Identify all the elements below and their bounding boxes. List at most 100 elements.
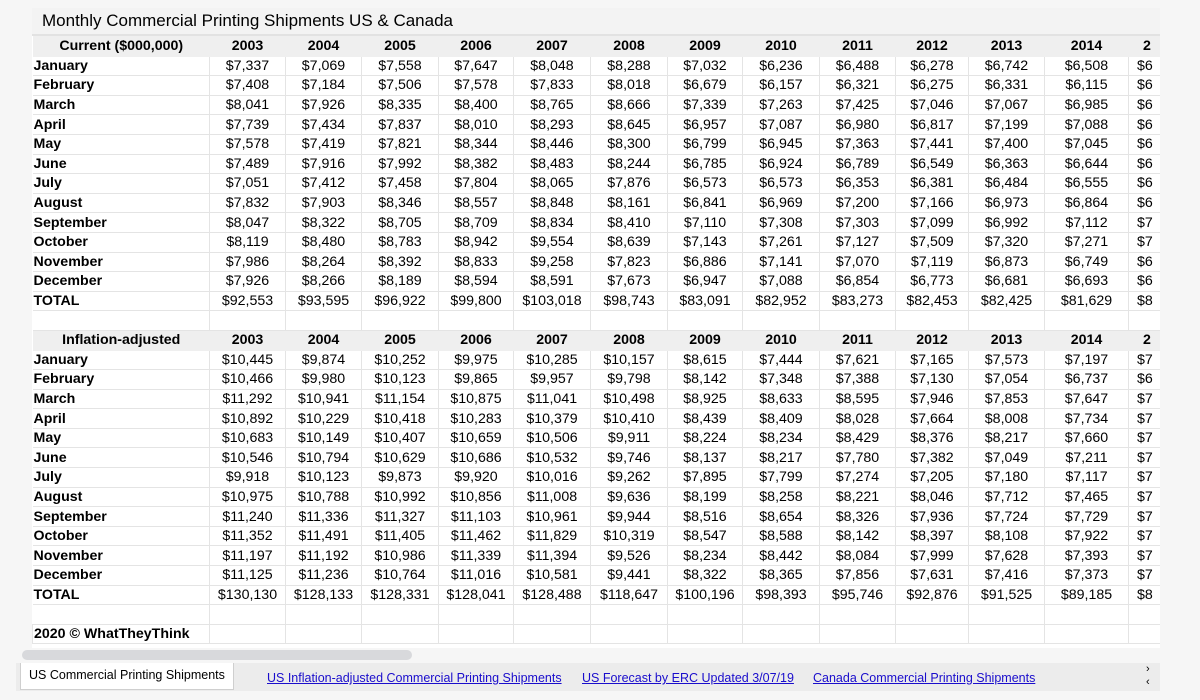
value-cell[interactable]: $10,016 bbox=[513, 467, 591, 488]
horizontal-scrollbar[interactable] bbox=[22, 650, 412, 660]
value-cell[interactable]: $8,516 bbox=[667, 506, 743, 527]
value-cell[interactable]: $6,785 bbox=[667, 153, 743, 175]
value-cell[interactable]: $7,165 bbox=[895, 349, 969, 371]
value-cell[interactable]: $128,041 bbox=[438, 584, 514, 606]
section-header[interactable]: Inflation-adjusted bbox=[32, 329, 210, 351]
value-cell[interactable]: $6,841 bbox=[667, 192, 743, 214]
value-cell[interactable]: $11,008 bbox=[513, 486, 591, 508]
empty-cell[interactable] bbox=[1128, 604, 1160, 625]
value-cell[interactable]: $8,322 bbox=[285, 212, 362, 233]
value-cell-clipped[interactable]: $6 bbox=[1128, 55, 1160, 77]
value-cell[interactable]: $7,992 bbox=[361, 153, 439, 175]
value-cell[interactable]: $9,975 bbox=[438, 349, 514, 371]
value-cell[interactable]: $7,263 bbox=[742, 94, 820, 116]
year-header[interactable]: 2007 bbox=[513, 329, 591, 351]
tab-us-commercial-printing-shipments[interactable]: US Commercial Printing Shipments bbox=[20, 663, 234, 690]
empty-cell[interactable] bbox=[742, 623, 820, 645]
value-cell[interactable]: $6,947 bbox=[667, 271, 743, 292]
value-cell-clipped[interactable]: $7 bbox=[1128, 212, 1160, 233]
value-cell[interactable]: $7,046 bbox=[895, 94, 969, 116]
value-cell[interactable]: $8,833 bbox=[438, 251, 514, 273]
value-cell-clipped[interactable]: $7 bbox=[1128, 545, 1160, 567]
value-cell[interactable]: $8,010 bbox=[438, 114, 514, 135]
value-cell-clipped[interactable]: $7 bbox=[1128, 467, 1160, 488]
empty-cell[interactable] bbox=[285, 604, 362, 625]
value-cell[interactable]: $7,363 bbox=[819, 133, 896, 155]
value-cell[interactable]: $8,480 bbox=[285, 231, 362, 253]
row-label[interactable]: November bbox=[32, 251, 210, 273]
empty-cell[interactable] bbox=[819, 310, 896, 331]
value-cell[interactable]: $6,854 bbox=[819, 271, 896, 292]
value-cell[interactable]: $6,508 bbox=[1044, 55, 1129, 77]
year-header[interactable]: 2009 bbox=[667, 329, 743, 351]
empty-cell[interactable] bbox=[209, 623, 286, 645]
empty-cell[interactable] bbox=[32, 604, 210, 625]
value-cell-clipped[interactable]: $7 bbox=[1128, 525, 1160, 547]
value-cell[interactable]: $7,049 bbox=[968, 447, 1045, 469]
value-cell[interactable]: $7,833 bbox=[513, 75, 591, 96]
empty-cell[interactable] bbox=[895, 623, 969, 645]
year-header[interactable]: 2011 bbox=[819, 36, 896, 57]
value-cell[interactable]: $7,660 bbox=[1044, 427, 1129, 449]
value-cell[interactable]: $11,240 bbox=[209, 506, 286, 527]
value-cell[interactable]: $8,382 bbox=[438, 153, 514, 175]
value-cell[interactable]: $8,615 bbox=[667, 349, 743, 371]
year-header[interactable]: 2013 bbox=[968, 36, 1045, 57]
row-label[interactable]: October bbox=[32, 231, 210, 253]
value-cell[interactable]: $8,108 bbox=[968, 525, 1045, 547]
value-cell-clipped[interactable]: $7 bbox=[1128, 408, 1160, 429]
value-cell[interactable]: $11,292 bbox=[209, 388, 286, 410]
value-cell-clipped[interactable]: $6 bbox=[1128, 271, 1160, 292]
value-cell[interactable]: $10,123 bbox=[361, 369, 439, 390]
value-cell[interactable]: $118,647 bbox=[590, 584, 668, 606]
value-cell[interactable]: $8,137 bbox=[667, 447, 743, 469]
value-cell[interactable]: $7,110 bbox=[667, 212, 743, 233]
value-cell[interactable]: $7,400 bbox=[968, 133, 1045, 155]
value-cell[interactable]: $9,746 bbox=[590, 447, 668, 469]
value-cell[interactable]: $7,712 bbox=[968, 486, 1045, 508]
value-cell[interactable]: $8,046 bbox=[895, 486, 969, 508]
value-cell[interactable]: $7,067 bbox=[968, 94, 1045, 116]
value-cell[interactable]: $10,875 bbox=[438, 388, 514, 410]
value-cell[interactable]: $8,547 bbox=[667, 525, 743, 547]
value-cell[interactable]: $6,873 bbox=[968, 251, 1045, 273]
value-cell[interactable]: $7,876 bbox=[590, 173, 668, 194]
value-cell[interactable]: $8,234 bbox=[667, 545, 743, 567]
value-cell[interactable]: $9,918 bbox=[209, 467, 286, 488]
value-cell[interactable]: $8,189 bbox=[361, 271, 439, 292]
value-cell[interactable]: $7,205 bbox=[895, 467, 969, 488]
value-cell[interactable]: $6,924 bbox=[742, 153, 820, 175]
value-cell[interactable]: $7,999 bbox=[895, 545, 969, 567]
value-cell[interactable]: $11,336 bbox=[285, 506, 362, 527]
empty-cell[interactable] bbox=[895, 604, 969, 625]
value-cell[interactable]: $7,070 bbox=[819, 251, 896, 273]
tab-canada-shipments[interactable]: Canada Commercial Printing Shipments bbox=[813, 665, 1035, 691]
value-cell[interactable]: $8,119 bbox=[209, 231, 286, 253]
value-cell[interactable]: $7,458 bbox=[361, 173, 439, 194]
value-cell[interactable]: $8,666 bbox=[590, 94, 668, 116]
value-cell[interactable]: $8,346 bbox=[361, 192, 439, 214]
year-header[interactable]: 2009 bbox=[667, 36, 743, 57]
value-cell[interactable]: $8,041 bbox=[209, 94, 286, 116]
empty-cell[interactable] bbox=[438, 604, 514, 625]
empty-cell[interactable] bbox=[895, 310, 969, 331]
section-header[interactable]: Current ($000,000) bbox=[32, 36, 210, 57]
value-cell[interactable]: $7,051 bbox=[209, 173, 286, 194]
value-cell-clipped[interactable]: $7 bbox=[1128, 388, 1160, 410]
value-cell[interactable]: $7,724 bbox=[968, 506, 1045, 527]
row-label[interactable]: January bbox=[32, 349, 210, 371]
value-cell-clipped[interactable]: $6 bbox=[1128, 94, 1160, 116]
value-cell[interactable]: $6,331 bbox=[968, 75, 1045, 96]
value-cell[interactable]: $9,526 bbox=[590, 545, 668, 567]
value-cell[interactable]: $9,944 bbox=[590, 506, 668, 527]
empty-cell[interactable] bbox=[32, 310, 210, 331]
value-cell[interactable]: $8,594 bbox=[438, 271, 514, 292]
value-cell[interactable]: $8,300 bbox=[590, 133, 668, 155]
value-cell[interactable]: $6,693 bbox=[1044, 271, 1129, 292]
value-cell[interactable]: $10,445 bbox=[209, 349, 286, 371]
row-label[interactable]: December bbox=[32, 271, 210, 292]
value-cell[interactable]: $8,595 bbox=[819, 388, 896, 410]
empty-cell[interactable] bbox=[285, 310, 362, 331]
value-cell[interactable]: $7,832 bbox=[209, 192, 286, 214]
value-cell[interactable]: $7,799 bbox=[742, 467, 820, 488]
